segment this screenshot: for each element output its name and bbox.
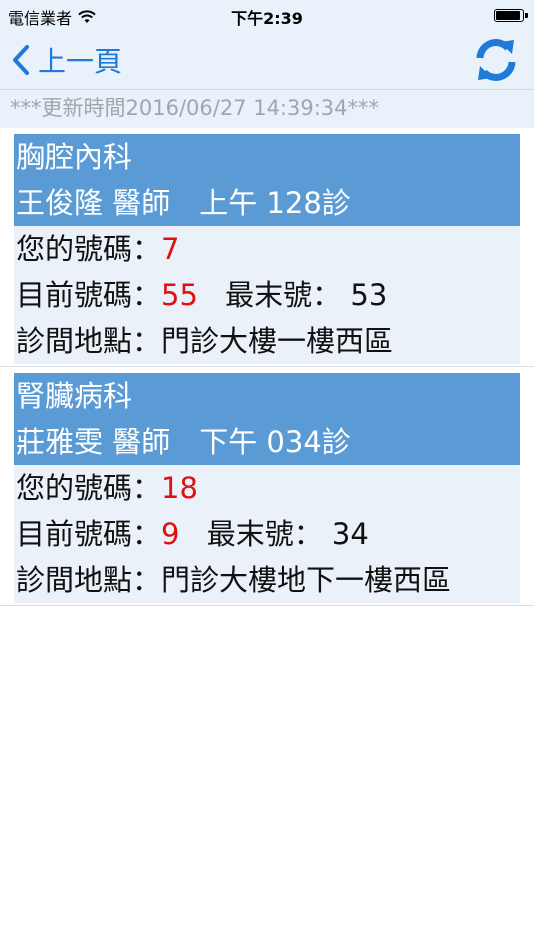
location-value: 門診大樓一樓西區	[161, 324, 394, 358]
chevron-left-icon	[13, 45, 29, 75]
your-number-label: 您的號碼：	[16, 232, 162, 266]
doctor-session: 王俊隆 醫師 上午 128診	[16, 186, 351, 220]
status-time: 下午2:39	[231, 9, 303, 28]
battery-level	[496, 11, 520, 20]
current-number-row: 目前號碼：9 最末號： 34	[14, 511, 520, 557]
divider	[0, 366, 534, 367]
doctor-session: 莊雅雯 醫師 下午 034診	[16, 425, 351, 459]
update-time-label: ***更新時間2016/06/27 14:39:34***	[0, 90, 534, 128]
current-number-label: 目前號碼：	[16, 278, 162, 312]
navigation-bar: 上一頁	[0, 30, 534, 90]
card-header: 胸腔內科 王俊隆 醫師 上午 128診	[14, 134, 520, 226]
last-number-value: 53	[350, 278, 388, 312]
last-number-value: 34	[331, 517, 369, 551]
your-number-row: 您的號碼：7	[14, 226, 520, 272]
queue-card[interactable]: 腎臟病科 莊雅雯 醫師 下午 034診 您的號碼：18 目前號碼：9 最末號： …	[14, 373, 520, 603]
location-row: 診間地點：門診大樓地下一樓西區	[14, 557, 520, 603]
your-number-value: 18	[161, 471, 198, 505]
current-number-value: 55	[161, 278, 198, 312]
department-name: 胸腔內科	[16, 140, 133, 174]
back-button[interactable]: 上一頁	[10, 38, 122, 82]
your-number-label: 您的號碼：	[16, 471, 162, 505]
battery-icon	[494, 9, 528, 22]
location-label: 診間地點：	[16, 563, 162, 597]
your-number-row: 您的號碼：18	[14, 465, 520, 511]
last-number-label: 最末號：	[206, 517, 323, 551]
divider	[0, 605, 534, 606]
status-bar: 電信業者 下午2:39	[0, 0, 534, 30]
refresh-button[interactable]	[470, 34, 522, 86]
queue-card[interactable]: 胸腔內科 王俊隆 醫師 上午 128診 您的號碼：7 目前號碼：55 最末號： …	[14, 134, 520, 364]
last-number-label: 最末號：	[225, 278, 342, 312]
queue-card-list: 胸腔內科 王俊隆 醫師 上午 128診 您的號碼：7 目前號碼：55 最末號： …	[0, 128, 534, 606]
department-name: 腎臟病科	[16, 379, 133, 413]
current-number-row: 目前號碼：55 最末號： 53	[14, 272, 520, 318]
location-value: 門診大樓地下一樓西區	[161, 563, 452, 597]
location-label: 診間地點：	[16, 324, 162, 358]
card-header: 腎臟病科 莊雅雯 醫師 下午 034診	[14, 373, 520, 465]
location-row: 診間地點：門診大樓一樓西區	[14, 318, 520, 364]
current-number-value: 9	[161, 517, 180, 551]
refresh-icon	[476, 39, 516, 81]
back-label: 上一頁	[38, 45, 123, 78]
your-number-value: 7	[161, 232, 180, 266]
current-number-label: 目前號碼：	[16, 517, 162, 551]
